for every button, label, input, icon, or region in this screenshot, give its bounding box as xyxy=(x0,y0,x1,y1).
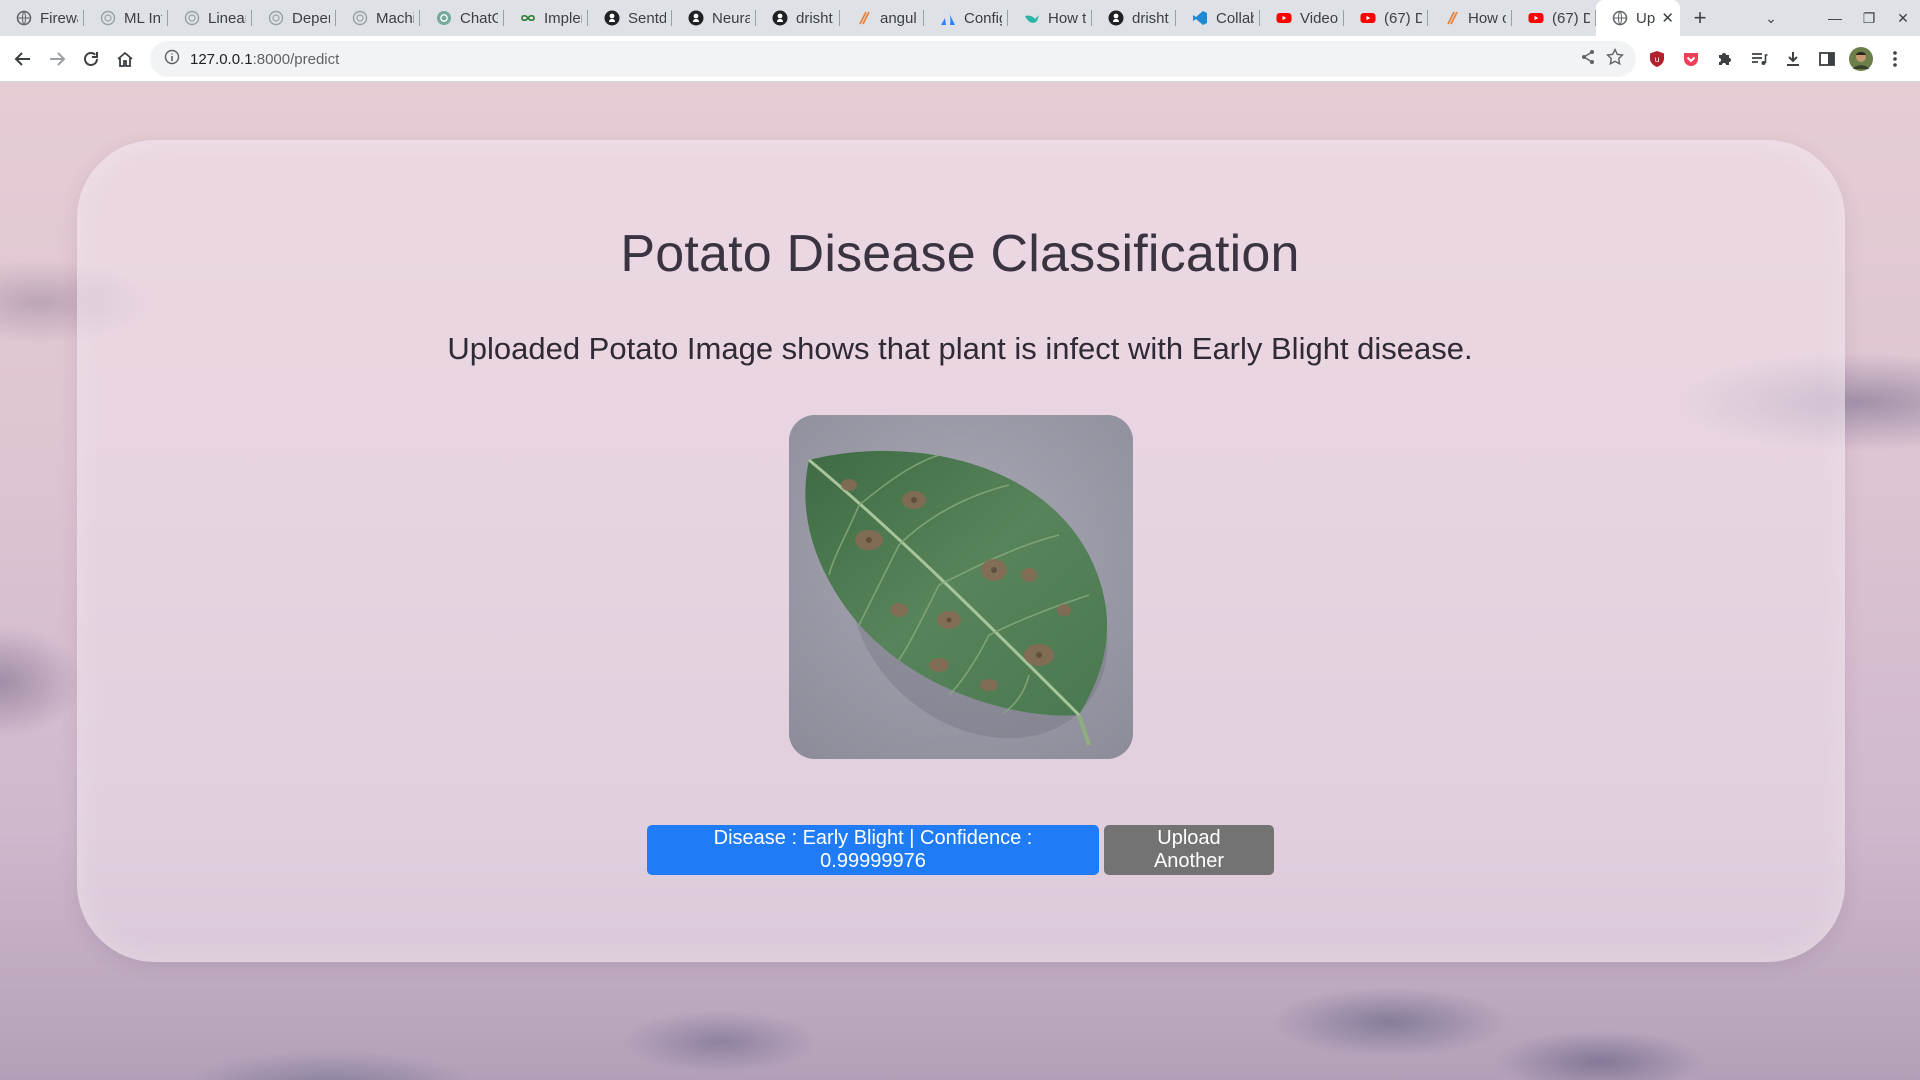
close-window-icon[interactable]: ✕ xyxy=(1886,10,1920,27)
new-tab-button[interactable]: + xyxy=(1680,0,1720,36)
tab-strip: Firewa ML Int Linear Deper Machi ChatG Impler S… xyxy=(0,0,1920,36)
svg-text:u: u xyxy=(1654,55,1659,64)
page-viewport: Potato Disease Classification Uploaded P… xyxy=(0,82,1920,1080)
tab-title: ChatG xyxy=(460,9,498,27)
browser-tab[interactable]: Impler xyxy=(504,0,588,36)
tab-title: Impler xyxy=(544,9,582,27)
tab-title: Firewa xyxy=(40,9,78,27)
extensions-area: u xyxy=(1640,36,1920,82)
tab-title: How t xyxy=(1048,9,1086,27)
url-text: 127.0.0.1:8000/predict xyxy=(190,51,339,68)
tab-title: Deper xyxy=(292,9,330,27)
tab-title: angul xyxy=(880,9,917,27)
openai-icon xyxy=(352,10,368,26)
bird-icon xyxy=(1024,10,1040,26)
url-host: 127.0.0.1 xyxy=(190,50,253,68)
slash-icon xyxy=(1444,10,1460,26)
browser-tab[interactable]: Machi xyxy=(336,0,420,36)
share-icon[interactable] xyxy=(1580,49,1596,70)
back-icon[interactable] xyxy=(6,42,40,76)
tabs-container: Firewa ML Int Linear Deper Machi ChatG Impler S… xyxy=(0,0,1596,36)
tab-title: Video xyxy=(1300,9,1338,27)
browser-tab[interactable]: angul xyxy=(840,0,924,36)
restore-icon[interactable]: ❐ xyxy=(1852,10,1886,27)
globe-icon xyxy=(16,10,32,26)
browser-tab[interactable]: Sentd xyxy=(588,0,672,36)
tab-active[interactable]: Up ✕ xyxy=(1596,0,1680,36)
bookmark-star-icon[interactable] xyxy=(1605,47,1625,71)
github-icon xyxy=(772,10,788,26)
github-icon xyxy=(688,10,704,26)
chatgpt-icon xyxy=(436,10,452,26)
tab-title: Machi xyxy=(376,9,414,27)
tab-active-title: Up xyxy=(1636,9,1656,27)
tab-title: (67) D xyxy=(1384,9,1422,27)
browser-tab[interactable]: drisht xyxy=(756,0,840,36)
browser-tab[interactable]: How c xyxy=(1428,0,1512,36)
tab-title: Linear xyxy=(208,9,246,27)
vscode-icon xyxy=(1192,10,1208,26)
openai-icon xyxy=(100,10,116,26)
browser-tab[interactable]: Linear xyxy=(168,0,252,36)
tab-title: Neura xyxy=(712,9,750,27)
page-title: Potato Disease Classification xyxy=(620,225,1300,283)
tab-title: Sentd xyxy=(628,9,666,27)
address-bar-actions xyxy=(1580,41,1625,77)
browser-tab[interactable]: Video xyxy=(1260,0,1344,36)
reload-icon[interactable] xyxy=(74,42,108,76)
browser-tab[interactable]: ChatG xyxy=(420,0,504,36)
window-controls: ⌄ — ❐ ✕ xyxy=(1754,0,1920,36)
info-icon[interactable] xyxy=(164,49,180,70)
youtube-icon xyxy=(1528,10,1544,26)
browser-tab[interactable]: Collab xyxy=(1176,0,1260,36)
tab-title: (67) D xyxy=(1552,9,1590,27)
media-control-icon[interactable] xyxy=(1742,42,1776,76)
globe-icon xyxy=(1612,10,1628,26)
home-icon[interactable] xyxy=(108,42,142,76)
youtube-icon xyxy=(1276,10,1292,26)
browser-tab[interactable]: ML Int xyxy=(84,0,168,36)
minimize-icon[interactable]: — xyxy=(1818,10,1852,26)
slash-icon xyxy=(856,10,872,26)
youtube-icon xyxy=(1360,10,1376,26)
address-bar[interactable]: 127.0.0.1:8000/predict xyxy=(150,41,1636,77)
menu-kebab-icon[interactable] xyxy=(1878,42,1912,76)
prediction-result-button[interactable]: Disease : Early Blight | Confidence : 0.… xyxy=(647,825,1099,875)
tab-title: ML Int xyxy=(124,9,162,27)
close-tab-icon[interactable]: ✕ xyxy=(1661,9,1674,27)
action-buttons: Disease : Early Blight | Confidence : 0.… xyxy=(647,825,1274,875)
openai-icon xyxy=(268,10,284,26)
side-panel-icon[interactable] xyxy=(1810,42,1844,76)
tab-search-icon[interactable]: ⌄ xyxy=(1754,10,1788,27)
github-icon xyxy=(1108,10,1124,26)
tab-title: drisht xyxy=(1132,9,1169,27)
infinity-icon xyxy=(520,10,536,26)
github-icon xyxy=(604,10,620,26)
puzzle-icon[interactable] xyxy=(1708,42,1742,76)
openai-icon xyxy=(184,10,200,26)
browser-tab[interactable]: Deper xyxy=(252,0,336,36)
browser-tab[interactable]: (67) D xyxy=(1344,0,1428,36)
browser-tab[interactable]: (67) D xyxy=(1512,0,1596,36)
avatar[interactable] xyxy=(1844,42,1878,76)
atlassian-icon xyxy=(940,10,956,26)
tab-title: drisht xyxy=(796,9,833,27)
browser-tab[interactable]: How t xyxy=(1008,0,1092,36)
tab-title: How c xyxy=(1468,9,1506,27)
upload-another-button[interactable]: Upload Another xyxy=(1104,825,1274,875)
pocket-icon[interactable] xyxy=(1674,42,1708,76)
browser-toolbar: 127.0.0.1:8000/predict u xyxy=(0,36,1920,82)
tab-title: Collab xyxy=(1216,9,1254,27)
browser-tab[interactable]: Neura xyxy=(672,0,756,36)
download-icon[interactable] xyxy=(1776,42,1810,76)
result-sentence: Uploaded Potato Image shows that plant i… xyxy=(447,331,1473,366)
tab-title: Config xyxy=(964,9,1002,27)
browser-tab[interactable]: Config xyxy=(924,0,1008,36)
ublock-icon[interactable]: u xyxy=(1640,42,1674,76)
forward-icon[interactable] xyxy=(40,42,74,76)
browser-tab[interactable]: drisht xyxy=(1092,0,1176,36)
uploaded-leaf-image xyxy=(789,415,1133,759)
url-path: :8000/predict xyxy=(252,50,340,68)
browser-tab[interactable]: Firewa xyxy=(0,0,84,36)
